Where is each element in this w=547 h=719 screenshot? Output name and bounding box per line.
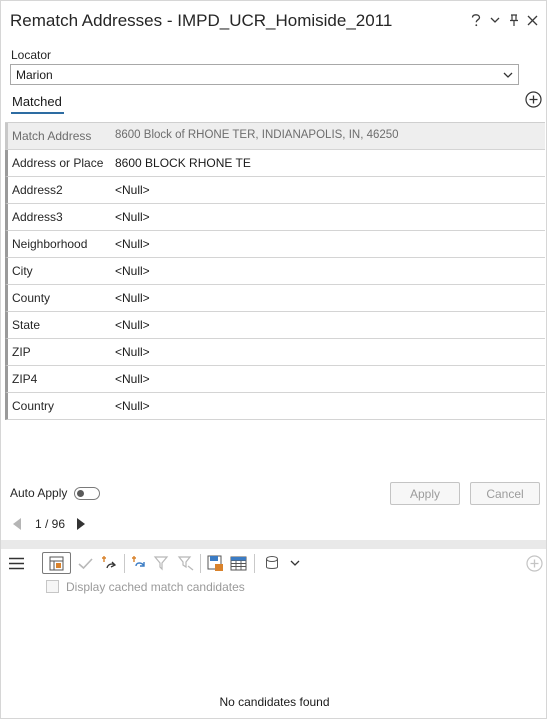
field-key: ZIP4 bbox=[12, 372, 38, 386]
save-candidate-icon[interactable] bbox=[204, 552, 226, 574]
table-row[interactable]: ZIP <Null> bbox=[5, 339, 545, 366]
help-icon[interactable] bbox=[468, 12, 483, 28]
field-value[interactable]: <Null> bbox=[115, 210, 150, 224]
chevron-down-icon[interactable] bbox=[487, 12, 502, 28]
title-bar: Rematch Addresses - IMPD_UCR_Homiside_20… bbox=[1, 1, 546, 41]
pane-title: Rematch Addresses - IMPD_UCR_Homiside_20… bbox=[10, 11, 393, 30]
auto-apply-label: Auto Apply bbox=[10, 486, 68, 500]
chevron-down-icon[interactable] bbox=[284, 552, 306, 574]
attribute-table-icon[interactable] bbox=[227, 552, 249, 574]
field-value[interactable]: <Null> bbox=[115, 237, 150, 251]
pin-icon[interactable] bbox=[506, 12, 521, 28]
table-row: Match Address 8600 Block of RHONE TER, I… bbox=[5, 123, 545, 150]
database-icon[interactable] bbox=[261, 552, 283, 574]
unmatch-icon[interactable] bbox=[98, 552, 120, 574]
cached-candidates-checkbox[interactable] bbox=[46, 580, 59, 593]
toolbar-separator bbox=[254, 554, 255, 573]
field-key: ZIP bbox=[12, 345, 31, 359]
record-counter: 1 / 96 bbox=[35, 517, 66, 531]
title-bar-controls bbox=[468, 12, 540, 28]
add-circle-icon[interactable] bbox=[525, 91, 542, 108]
field-value[interactable]: <Null> bbox=[115, 183, 150, 197]
field-value[interactable]: <Null> bbox=[115, 345, 150, 359]
table-row[interactable]: Address3 <Null> bbox=[5, 204, 545, 231]
cached-candidates-label: Display cached match candidates bbox=[66, 580, 245, 594]
table-row[interactable]: ZIP4 <Null> bbox=[5, 366, 545, 393]
table-row[interactable]: State <Null> bbox=[5, 312, 545, 339]
section-divider bbox=[1, 540, 546, 549]
tab-matched[interactable]: Matched bbox=[12, 94, 62, 109]
table-row[interactable]: Neighborhood <Null> bbox=[5, 231, 545, 258]
field-value[interactable]: <Null> bbox=[115, 264, 150, 278]
candidates-toolbar bbox=[1, 552, 546, 576]
tab-active-indicator bbox=[11, 112, 64, 114]
toolbar-separator bbox=[124, 554, 125, 573]
locator-label: Locator bbox=[11, 48, 52, 62]
field-key: Neighborhood bbox=[12, 237, 88, 251]
toolbar-separator bbox=[200, 554, 201, 573]
no-candidates-message: No candidates found bbox=[219, 695, 330, 709]
apply-button[interactable]: Apply bbox=[390, 482, 460, 505]
field-key: Match Address bbox=[12, 129, 92, 143]
previous-record-icon[interactable] bbox=[11, 517, 23, 534]
field-key: Address2 bbox=[12, 183, 63, 197]
check-icon[interactable] bbox=[74, 552, 96, 574]
rematch-addresses-pane: Rematch Addresses - IMPD_UCR_Homiside_20… bbox=[0, 0, 547, 719]
refresh-rematch-icon[interactable] bbox=[128, 552, 150, 574]
table-row[interactable]: Address2 <Null> bbox=[5, 177, 545, 204]
field-key: Country bbox=[12, 399, 55, 413]
hamburger-menu-icon[interactable] bbox=[5, 552, 27, 574]
toggle-knob bbox=[77, 490, 84, 497]
cancel-button[interactable]: Cancel bbox=[470, 482, 540, 505]
locator-dropdown[interactable]: Marion bbox=[10, 64, 519, 85]
field-value[interactable]: <Null> bbox=[115, 372, 150, 386]
field-value[interactable]: <Null> bbox=[115, 399, 150, 413]
field-key: State bbox=[12, 318, 41, 332]
field-value: 8600 Block of RHONE TER, INDIANAPOLIS, I… bbox=[115, 129, 399, 141]
field-value[interactable]: <Null> bbox=[115, 291, 150, 305]
field-key: County bbox=[12, 291, 51, 305]
auto-apply-toggle[interactable] bbox=[74, 487, 100, 500]
field-key: Address or Place bbox=[12, 156, 104, 170]
address-fields-table: Match Address 8600 Block of RHONE TER, I… bbox=[5, 122, 545, 420]
field-value[interactable]: 8600 BLOCK RHONE TE bbox=[115, 156, 251, 170]
table-row[interactable]: City <Null> bbox=[5, 258, 545, 285]
chevron-down-icon bbox=[503, 69, 513, 79]
add-circle-icon[interactable] bbox=[523, 552, 545, 574]
select-candidates-icon[interactable] bbox=[175, 552, 197, 574]
field-key: Address3 bbox=[12, 210, 63, 224]
locator-value: Marion bbox=[16, 68, 53, 82]
field-value[interactable]: <Null> bbox=[115, 318, 150, 332]
next-record-icon[interactable] bbox=[75, 517, 87, 534]
table-row[interactable]: County <Null> bbox=[5, 285, 545, 312]
close-icon[interactable] bbox=[525, 12, 540, 28]
table-row[interactable]: Country <Null> bbox=[5, 393, 545, 420]
table-row[interactable]: Address or Place 8600 BLOCK RHONE TE bbox=[5, 150, 545, 177]
filter-candidates-icon[interactable] bbox=[151, 552, 173, 574]
field-key: City bbox=[12, 264, 33, 278]
candidate-table-icon[interactable] bbox=[42, 552, 71, 574]
